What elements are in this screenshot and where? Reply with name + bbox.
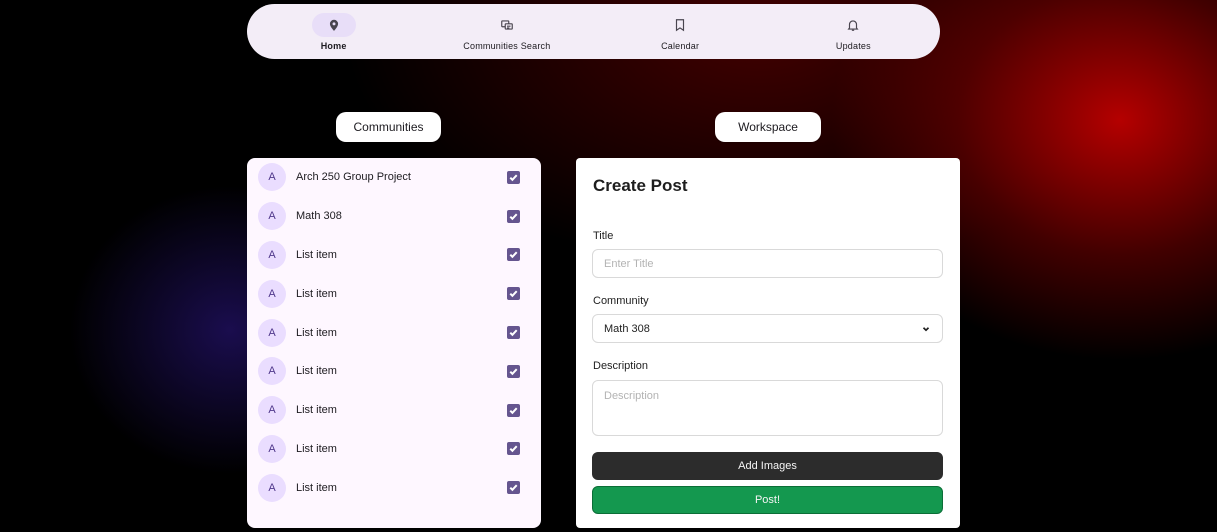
list-item-label: List item bbox=[296, 248, 337, 261]
list-item[interactable]: A List item bbox=[247, 313, 541, 352]
list-item-label: List item bbox=[296, 442, 337, 455]
nav-item-updates[interactable]: Updates bbox=[773, 13, 933, 51]
list-item-checkbox[interactable] bbox=[507, 209, 520, 223]
nav-item-calendar[interactable]: Calendar bbox=[600, 13, 760, 51]
avatar: A bbox=[258, 396, 286, 425]
post-button[interactable]: Post! bbox=[592, 486, 943, 514]
community-select[interactable]: Math 308 bbox=[592, 314, 943, 343]
avatar: A bbox=[258, 163, 286, 192]
avatar: A bbox=[258, 434, 286, 463]
list-item[interactable]: A Arch 250 Group Project bbox=[247, 158, 541, 197]
list-item-label: List item bbox=[296, 481, 337, 494]
page-title: Create Post bbox=[593, 176, 688, 195]
nav-label-updates: Updates bbox=[835, 40, 871, 51]
list-item-label: List item bbox=[296, 365, 337, 378]
create-post-form: Create Post Title Community Math 308 Des… bbox=[576, 158, 960, 528]
nav-label-communities-search: Communities Search bbox=[463, 40, 551, 51]
list-item-label: List item bbox=[296, 287, 337, 300]
list-item-checkbox[interactable] bbox=[507, 442, 520, 456]
list-item-label: Math 308 bbox=[296, 210, 342, 223]
avatar: A bbox=[258, 240, 286, 269]
add-images-button[interactable]: Add Images bbox=[592, 452, 943, 480]
communities-list: A Arch 250 Group Project A Math 308 A Li… bbox=[247, 158, 541, 528]
list-item-checkbox[interactable] bbox=[507, 364, 520, 378]
bookmark-icon bbox=[658, 13, 702, 37]
title-label: Title bbox=[593, 230, 614, 242]
avatar: A bbox=[258, 202, 286, 231]
communities-icon bbox=[485, 13, 529, 37]
communities-section-button[interactable]: Communities bbox=[336, 112, 441, 142]
list-item[interactable]: A List item bbox=[247, 236, 541, 275]
chevron-down-icon bbox=[922, 326, 930, 331]
list-item-label: Arch 250 Group Project bbox=[296, 171, 411, 184]
list-item-checkbox[interactable] bbox=[507, 326, 520, 340]
nav-label-home: Home bbox=[320, 40, 347, 51]
workspace-section-button[interactable]: Workspace bbox=[715, 112, 821, 142]
checkmark-icon bbox=[509, 329, 518, 337]
list-item-checkbox[interactable] bbox=[507, 248, 520, 262]
list-item-label: List item bbox=[296, 404, 337, 417]
nav-label-calendar: Calendar bbox=[661, 40, 700, 51]
avatar: A bbox=[258, 357, 286, 386]
list-item-label: List item bbox=[296, 326, 337, 339]
list-item[interactable]: A List item bbox=[247, 391, 541, 430]
community-label: Community bbox=[593, 295, 649, 307]
list-item-checkbox[interactable] bbox=[507, 287, 520, 301]
checkmark-icon bbox=[509, 407, 518, 414]
description-label: Description bbox=[593, 360, 649, 372]
list-item-checkbox[interactable] bbox=[507, 170, 520, 184]
top-nav-bar: Home Communities Search Calendar Updates bbox=[247, 4, 940, 59]
checkmark-icon bbox=[509, 484, 518, 492]
list-item[interactable]: A List item bbox=[247, 430, 541, 469]
location-pin-icon bbox=[311, 12, 356, 37]
checkmark-icon bbox=[509, 174, 518, 182]
list-item[interactable]: A Math 308 bbox=[247, 197, 541, 236]
list-item[interactable]: A List item bbox=[247, 352, 541, 391]
list-item[interactable]: A List item bbox=[247, 468, 541, 507]
list-item-checkbox[interactable] bbox=[507, 481, 520, 495]
checkmark-icon bbox=[509, 290, 518, 298]
avatar: A bbox=[258, 473, 286, 502]
checkmark-icon bbox=[509, 445, 518, 453]
avatar: A bbox=[258, 318, 286, 347]
community-select-value: Math 308 bbox=[604, 322, 650, 335]
avatar: A bbox=[258, 279, 286, 308]
title-input[interactable] bbox=[592, 249, 943, 278]
bell-icon bbox=[831, 13, 875, 37]
description-input[interactable] bbox=[592, 380, 943, 436]
nav-item-home[interactable]: Home bbox=[254, 12, 414, 51]
checkmark-icon bbox=[509, 252, 518, 259]
nav-item-communities-search[interactable]: Communities Search bbox=[427, 13, 587, 51]
list-item-checkbox[interactable] bbox=[507, 403, 520, 417]
checkmark-icon bbox=[509, 213, 518, 220]
checkmark-icon bbox=[509, 368, 518, 376]
list-item[interactable]: A List item bbox=[247, 274, 541, 313]
